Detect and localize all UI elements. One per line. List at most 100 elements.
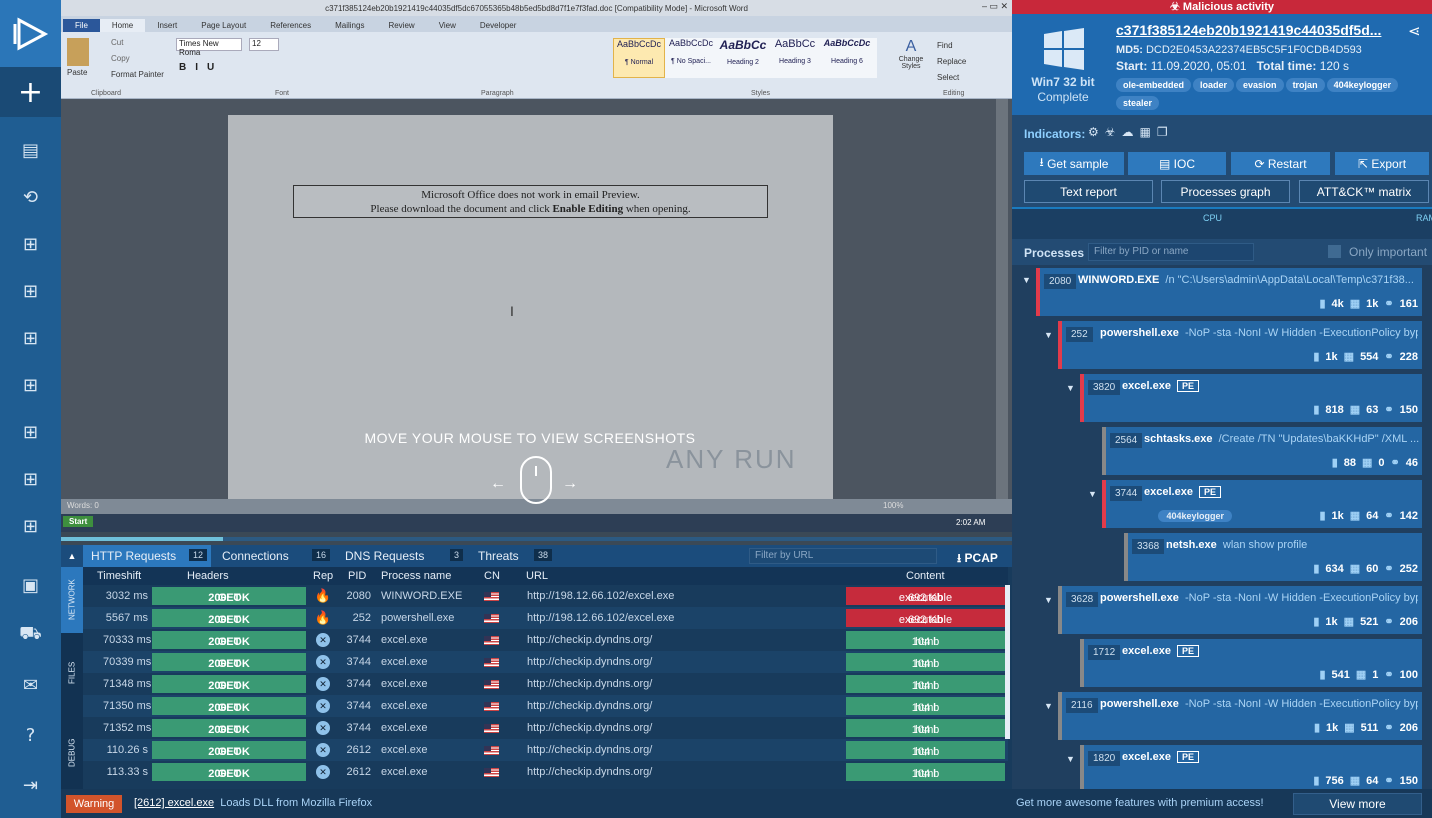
help-icon[interactable]: ?: [0, 710, 61, 760]
process-node[interactable]: 2080 WINWORD.EXE /n "C:\Users\admin\AppDa…: [1036, 268, 1422, 316]
styles-gallery[interactable]: AaBbCcDc ¶ Normal AaBbCcDc ¶ No Spaci... A…: [613, 38, 877, 78]
task-hash[interactable]: c371f385124eb20b1921419c44035df5d...: [1116, 22, 1381, 38]
expand-icon[interactable]: ▼: [1066, 754, 1075, 764]
font-size-select[interactable]: 12: [249, 38, 279, 51]
expand-icon[interactable]: ▼: [1044, 595, 1053, 605]
process-name[interactable]: WINWORD.EXE: [381, 590, 462, 602]
col-timeshift[interactable]: Timeshift: [97, 570, 141, 582]
style-heading2[interactable]: AaBbCc Heading 2: [717, 38, 769, 78]
process-node[interactable]: 2116 powershell.exe -NoP -sta -NonI -W Hi…: [1058, 692, 1422, 740]
windows-icon[interactable]: ⊞: [0, 503, 61, 550]
tab-review[interactable]: Review: [376, 19, 426, 32]
doc-scrollbar[interactable]: [996, 99, 1008, 499]
content-badge[interactable]: 104 b ↓ html: [846, 675, 1005, 693]
tab-http-requests[interactable]: HTTP Requests 12: [83, 545, 211, 567]
process-name[interactable]: excel.exe: [381, 634, 427, 646]
format-buttons[interactable]: BIU: [179, 62, 223, 73]
side-tab-files[interactable]: FILES: [61, 643, 83, 703]
tab-references[interactable]: References: [258, 19, 323, 32]
process-name[interactable]: excel.exe: [381, 678, 427, 690]
process-name[interactable]: excel.exe: [381, 700, 427, 712]
style-no-spacing[interactable]: AaBbCcDc ¶ No Spaci...: [665, 38, 717, 78]
process-name[interactable]: excel.exe: [381, 722, 427, 734]
process-name[interactable]: excel.exe: [381, 656, 427, 668]
process-node[interactable]: 3820 excel.exe PE ▮ 818 ▦ 63 ⚭ 150: [1080, 374, 1422, 422]
process-node[interactable]: 3368 netsh.exe wlan show profile ▮ 634 ▦ 60 ⚭ 2…: [1124, 533, 1422, 581]
col-headers[interactable]: Headers: [187, 570, 229, 582]
content-badge[interactable]: 692 Kb ↓ executable: [846, 609, 1005, 627]
table-row[interactable]: 113.33 s GET 200: OK ✕ 2612 excel.exe http://c…: [83, 761, 1008, 783]
arrow-right-icon[interactable]: →: [562, 475, 578, 493]
table-row[interactable]: 70339 ms GET 200: OK ✕ 3744 excel.exe http://c…: [83, 651, 1008, 673]
screenshot-timeline[interactable]: [61, 537, 1012, 541]
url[interactable]: http://198.12.66.102/excel.exe: [527, 612, 674, 624]
side-tab-network[interactable]: NETWORK: [61, 567, 83, 633]
process-node[interactable]: 1712 excel.exe PE ▮ 541 ▦ 1 ⚭ 100: [1080, 639, 1422, 687]
table-row[interactable]: 110.26 s GET 200: OK ✕ 2612 excel.exe http://c…: [83, 739, 1008, 761]
headers-badge[interactable]: GET 200: OK: [152, 719, 306, 737]
history-icon[interactable]: ⟲: [0, 174, 61, 221]
contacts-icon[interactable]: ▣: [0, 560, 61, 610]
process-node[interactable]: 1820 excel.exe PE ▮ 756 ▦ 64 ⚭ 150: [1080, 745, 1422, 793]
tag[interactable]: trojan: [1285, 78, 1325, 92]
style-heading6[interactable]: AaBbCcDc Heading 6: [821, 38, 873, 78]
paste-icon[interactable]: [67, 38, 89, 66]
headers-badge[interactable]: GET 200: OK: [152, 741, 306, 759]
process-node[interactable]: 2564 schtasks.exe /Create /TN "Updates\ba…: [1102, 427, 1422, 475]
cart-icon[interactable]: ⛟: [0, 610, 61, 660]
tab-home[interactable]: Home: [99, 19, 146, 32]
process-node[interactable]: 3628 powershell.exe -NoP -sta -NonI -W Hi…: [1058, 586, 1422, 634]
mail-icon[interactable]: ✉: [0, 660, 61, 710]
process-node[interactable]: 3744 excel.exe PE 404keylogger ▮ 1k ▦ 64 ⚭ 142: [1102, 480, 1422, 528]
warning-message[interactable]: [2612] excel.exe Loads DLL from Mozilla …: [134, 797, 372, 809]
tag[interactable]: loader: [1193, 78, 1235, 92]
url[interactable]: http://checkip.dyndns.org/: [527, 722, 652, 734]
new-task-icon[interactable]: +: [0, 67, 61, 117]
url[interactable]: http://checkip.dyndns.org/: [527, 634, 652, 646]
col-content[interactable]: Content: [906, 570, 945, 582]
tag[interactable]: ole-embedded: [1116, 78, 1192, 92]
url[interactable]: http://checkip.dyndns.org/: [527, 766, 652, 778]
process-name[interactable]: excel.exe: [381, 766, 427, 778]
col-rep[interactable]: Rep: [313, 570, 333, 582]
tab-file[interactable]: File: [63, 19, 100, 32]
paste-label[interactable]: Paste: [67, 68, 87, 77]
style-heading3[interactable]: AaBbCc Heading 3: [769, 38, 821, 78]
content-badge[interactable]: 104 b ↓ html: [846, 631, 1005, 649]
process-filter-input[interactable]: Filter by PID or name: [1088, 243, 1254, 261]
url[interactable]: http://checkip.dyndns.org/: [527, 656, 652, 668]
windows-icon[interactable]: ⊞: [0, 315, 61, 362]
cut-button[interactable]: Cut: [111, 38, 123, 47]
windows-icon[interactable]: ⊞: [0, 409, 61, 456]
logout-icon[interactable]: ⇥: [0, 760, 61, 810]
table-row[interactable]: 70333 ms GET 200: OK ✕ 3744 excel.exe http://c…: [83, 629, 1008, 651]
headers-badge[interactable]: GET 200: OK: [152, 609, 306, 627]
style-normal[interactable]: AaBbCcDc ¶ Normal: [613, 38, 665, 78]
col-process[interactable]: Process name: [381, 570, 451, 582]
threat-tag[interactable]: 404keylogger: [1158, 510, 1232, 522]
export-button[interactable]: ⇱ Export: [1335, 152, 1429, 175]
replace-button[interactable]: Replace: [937, 54, 966, 70]
table-row[interactable]: 3032 ms GET 200: OK 🔥 2080 WINWORD.EXE http://…: [83, 585, 1008, 607]
expand-icon[interactable]: ▼: [1044, 330, 1053, 340]
window-controls[interactable]: – ▭ ✕: [982, 1, 1008, 12]
process-name[interactable]: powershell.exe: [381, 612, 454, 624]
share-icon[interactable]: ⋖: [1408, 22, 1421, 40]
font-name-select[interactable]: Times New Roma: [176, 38, 242, 57]
processes-graph-button[interactable]: Processes graph: [1161, 180, 1290, 203]
table-row[interactable]: 71348 ms GET 200: OK ✕ 3744 excel.exe http://c…: [83, 673, 1008, 695]
ioc-button[interactable]: ▤ IOC: [1128, 152, 1226, 175]
change-styles-button[interactable]: A Change Styles: [893, 38, 929, 70]
url[interactable]: http://checkip.dyndns.org/: [527, 744, 652, 756]
url[interactable]: http://198.12.66.102/excel.exe: [527, 590, 674, 602]
content-badge[interactable]: 104 b ↓ html: [846, 719, 1005, 737]
url[interactable]: http://checkip.dyndns.org/: [527, 700, 652, 712]
headers-badge[interactable]: GET 200: OK: [152, 631, 306, 649]
warning-process[interactable]: [2612] excel.exe: [134, 797, 214, 809]
text-report-button[interactable]: Text report: [1024, 180, 1153, 203]
expand-icon[interactable]: ▼: [1066, 383, 1075, 393]
headers-badge[interactable]: GET 200: OK: [152, 697, 306, 715]
content-badge[interactable]: 104 b ↓ html: [846, 653, 1005, 671]
windows-icon[interactable]: ⊞: [0, 221, 61, 268]
collapse-icon[interactable]: ▲: [61, 545, 83, 567]
